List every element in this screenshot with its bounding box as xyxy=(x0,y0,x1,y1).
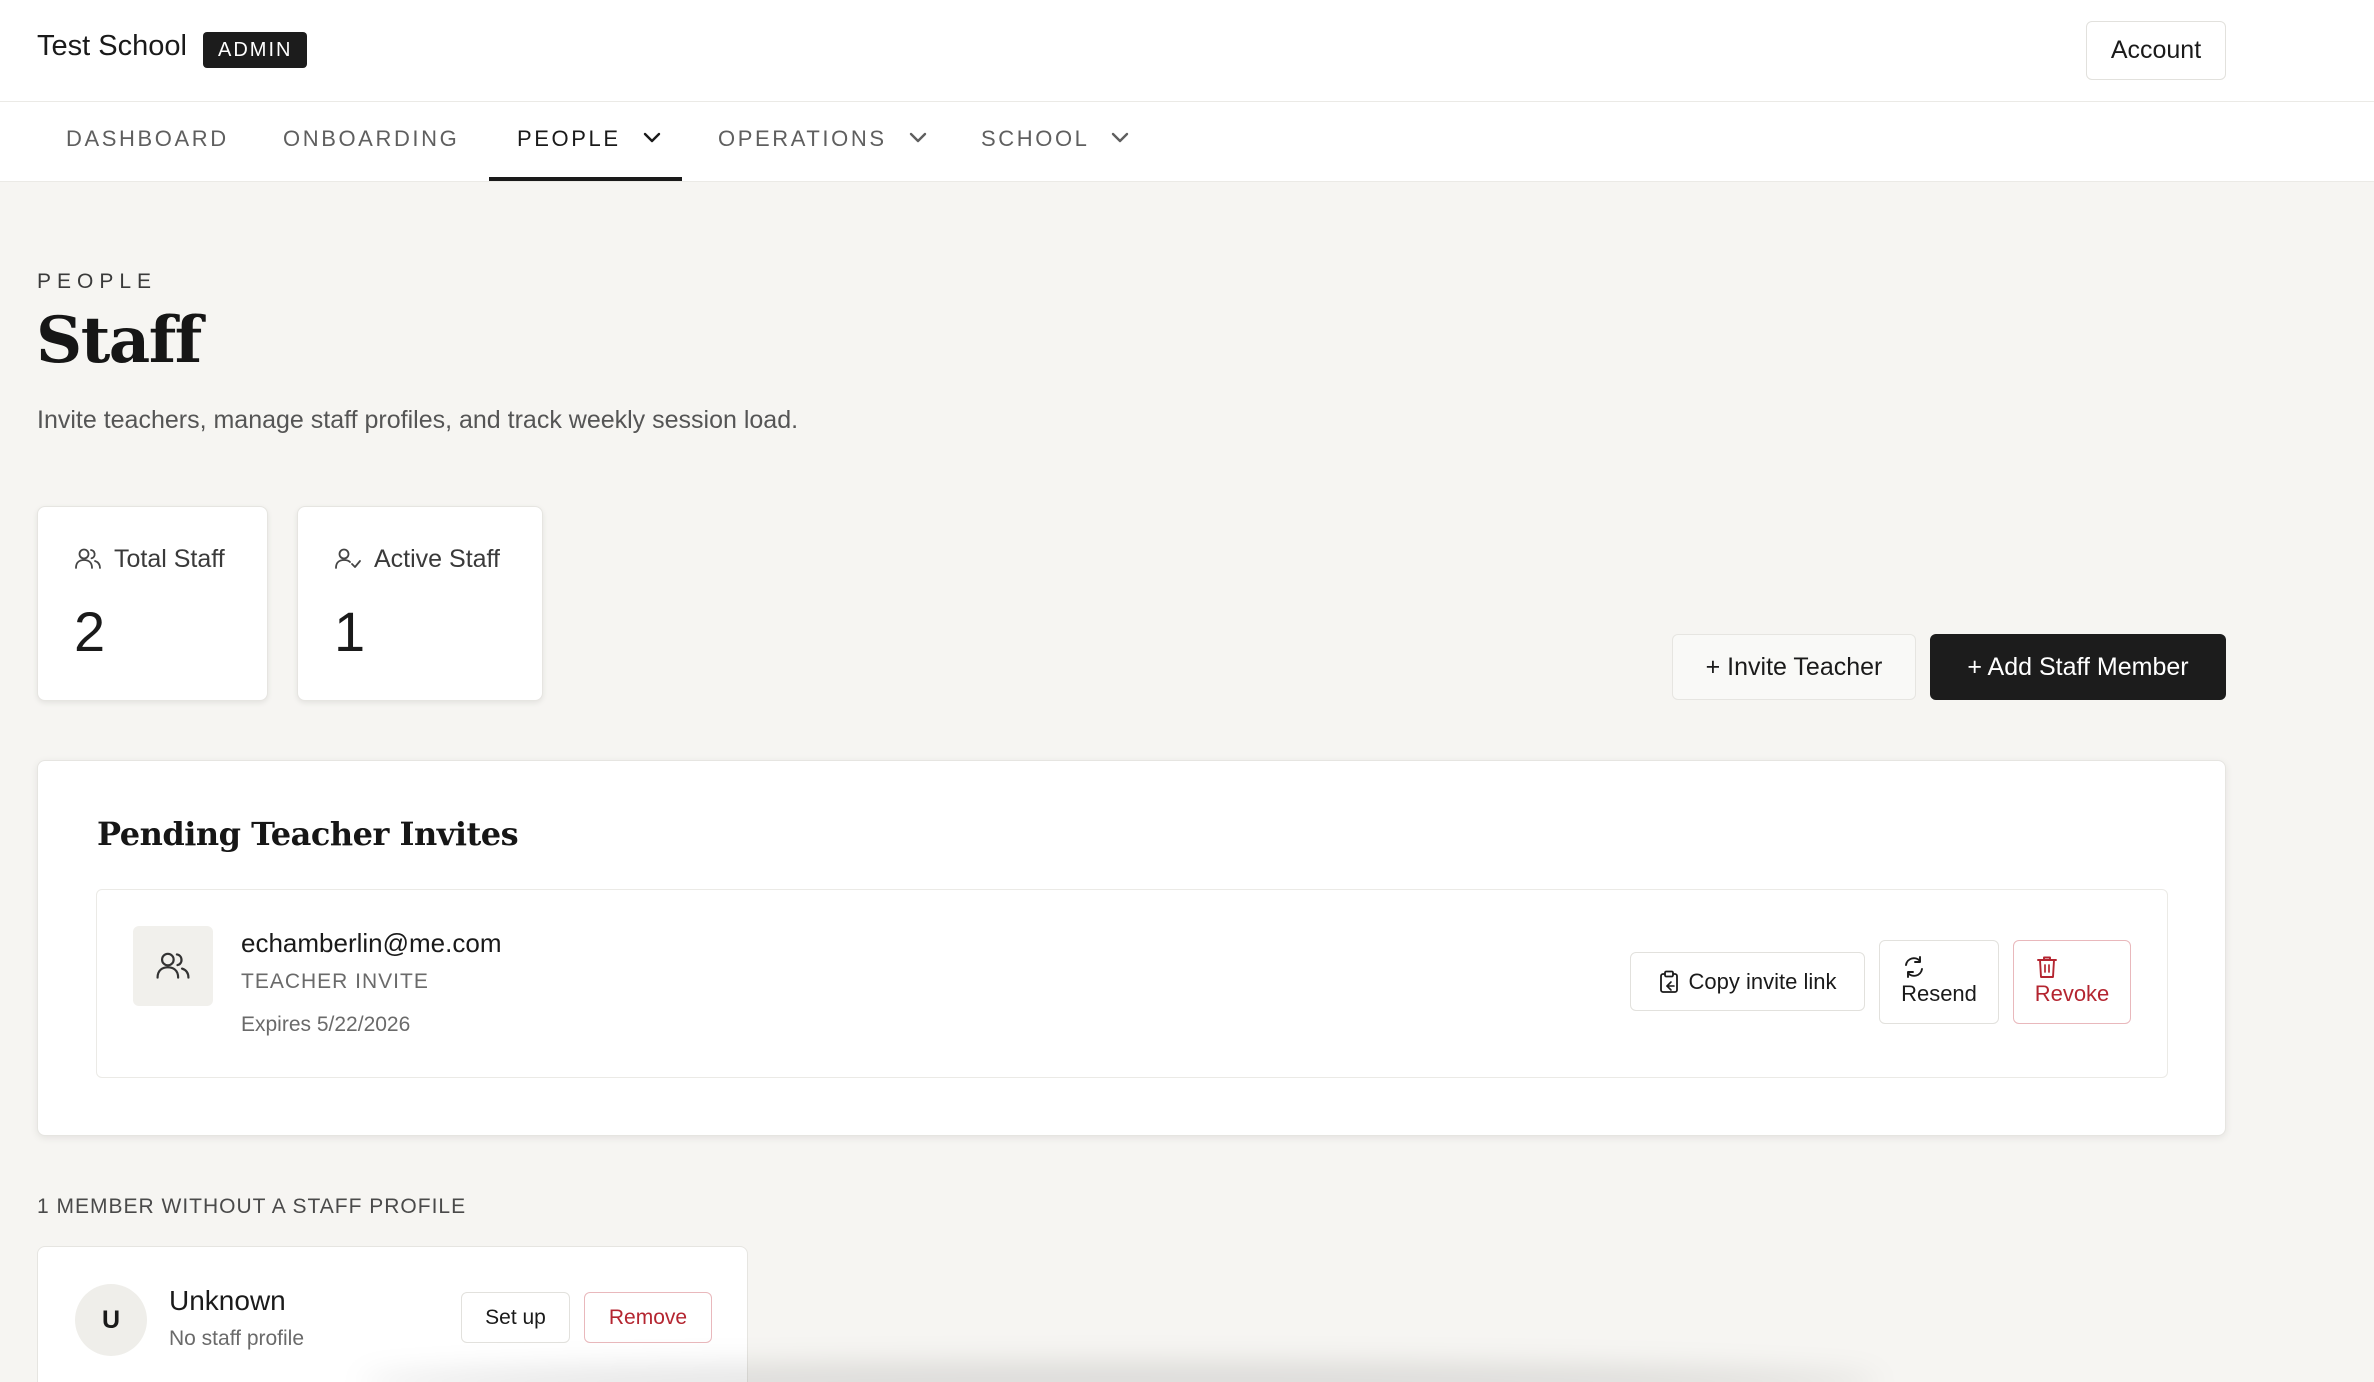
stat-value: 1 xyxy=(334,600,366,663)
stat-label-text: Total Staff xyxy=(114,545,225,573)
nav-school-label: SCHOOL xyxy=(981,126,1089,151)
clipboard-icon xyxy=(1659,970,1678,993)
stat-value: 2 xyxy=(74,600,106,663)
stat-label-row: Total Staff xyxy=(74,545,225,574)
account-button[interactable]: Account xyxy=(2086,21,2226,80)
member-name: Unknown xyxy=(169,1285,286,1316)
pending-invites-title: Pending Teacher Invites xyxy=(97,815,519,853)
stat-label-row: Active Staff xyxy=(334,545,500,574)
invite-row: echamberlin@me.com TEACHER INVITE Expire… xyxy=(96,889,2168,1078)
users-icon xyxy=(75,548,101,569)
nav-dashboard-label: DASHBOARD xyxy=(66,126,229,151)
copy-invite-link-button[interactable]: Copy invite link xyxy=(1630,952,1865,1011)
nav-dashboard[interactable]: DASHBOARD xyxy=(66,102,229,182)
chevron-down-icon xyxy=(910,132,927,143)
revoke-label: Revoke xyxy=(2034,981,2110,1006)
nav-onboarding[interactable]: ONBOARDING xyxy=(283,102,459,182)
nav-people-label: PEOPLE xyxy=(517,126,621,151)
page-eyebrow: PEOPLE xyxy=(37,270,158,293)
top-bar: Test School ADMIN Account xyxy=(0,0,2374,102)
invite-expiry: Expires 5/22/2026 xyxy=(241,1013,411,1036)
add-staff-member-button[interactable]: + Add Staff Member xyxy=(1930,634,2226,700)
stat-label-text: Active Staff xyxy=(374,545,500,573)
user-check-icon xyxy=(335,548,361,569)
stat-card-total-staff: Total Staff 2 xyxy=(37,506,268,701)
nav-operations-label: OPERATIONS xyxy=(718,126,887,151)
resend-label: Resend xyxy=(1901,981,1977,1006)
stat-card-active-staff: Active Staff 1 xyxy=(297,506,543,701)
nav-school[interactable]: SCHOOL xyxy=(981,102,1129,182)
page-subtitle: Invite teachers, manage staff profiles, … xyxy=(37,406,799,434)
invite-teacher-button[interactable]: + Invite Teacher xyxy=(1672,634,1916,700)
unprofiled-section-label: 1 MEMBER WITHOUT A STAFF PROFILE xyxy=(37,1195,467,1218)
users-icon xyxy=(156,952,190,979)
member-card: U Unknown No staff profile Set up Remove xyxy=(37,1246,748,1382)
avatar: U xyxy=(75,1284,147,1356)
role-badge: ADMIN xyxy=(203,32,308,68)
remove-member-button[interactable]: Remove xyxy=(584,1292,712,1343)
resend-invite-button[interactable]: Resend xyxy=(1879,940,1999,1024)
copy-invite-link-label: Copy invite link xyxy=(1688,968,1837,994)
page-title: Staff xyxy=(36,303,202,378)
invite-avatar xyxy=(133,926,213,1006)
trash-icon xyxy=(2037,956,2057,978)
revoke-invite-button[interactable]: Revoke xyxy=(2013,940,2131,1024)
chevron-down-icon xyxy=(1112,132,1129,143)
nav-onboarding-label: ONBOARDING xyxy=(283,126,460,151)
set-up-button[interactable]: Set up xyxy=(461,1292,570,1343)
pending-invites-panel: Pending Teacher Invites echamberlin@me.c… xyxy=(37,760,2226,1136)
invite-email: echamberlin@me.com xyxy=(241,928,502,958)
invite-type: TEACHER INVITE xyxy=(241,970,429,993)
school-name: Test School xyxy=(37,30,187,62)
nav-people[interactable]: PEOPLE xyxy=(517,102,661,182)
main-nav: DASHBOARD ONBOARDING PEOPLE OPERATIONS S… xyxy=(0,102,2374,182)
nav-operations[interactable]: OPERATIONS xyxy=(718,102,927,182)
refresh-icon xyxy=(1905,956,1923,978)
chevron-down-icon xyxy=(644,132,661,143)
active-tab-indicator xyxy=(489,177,682,181)
member-subtitle: No staff profile xyxy=(169,1327,305,1350)
